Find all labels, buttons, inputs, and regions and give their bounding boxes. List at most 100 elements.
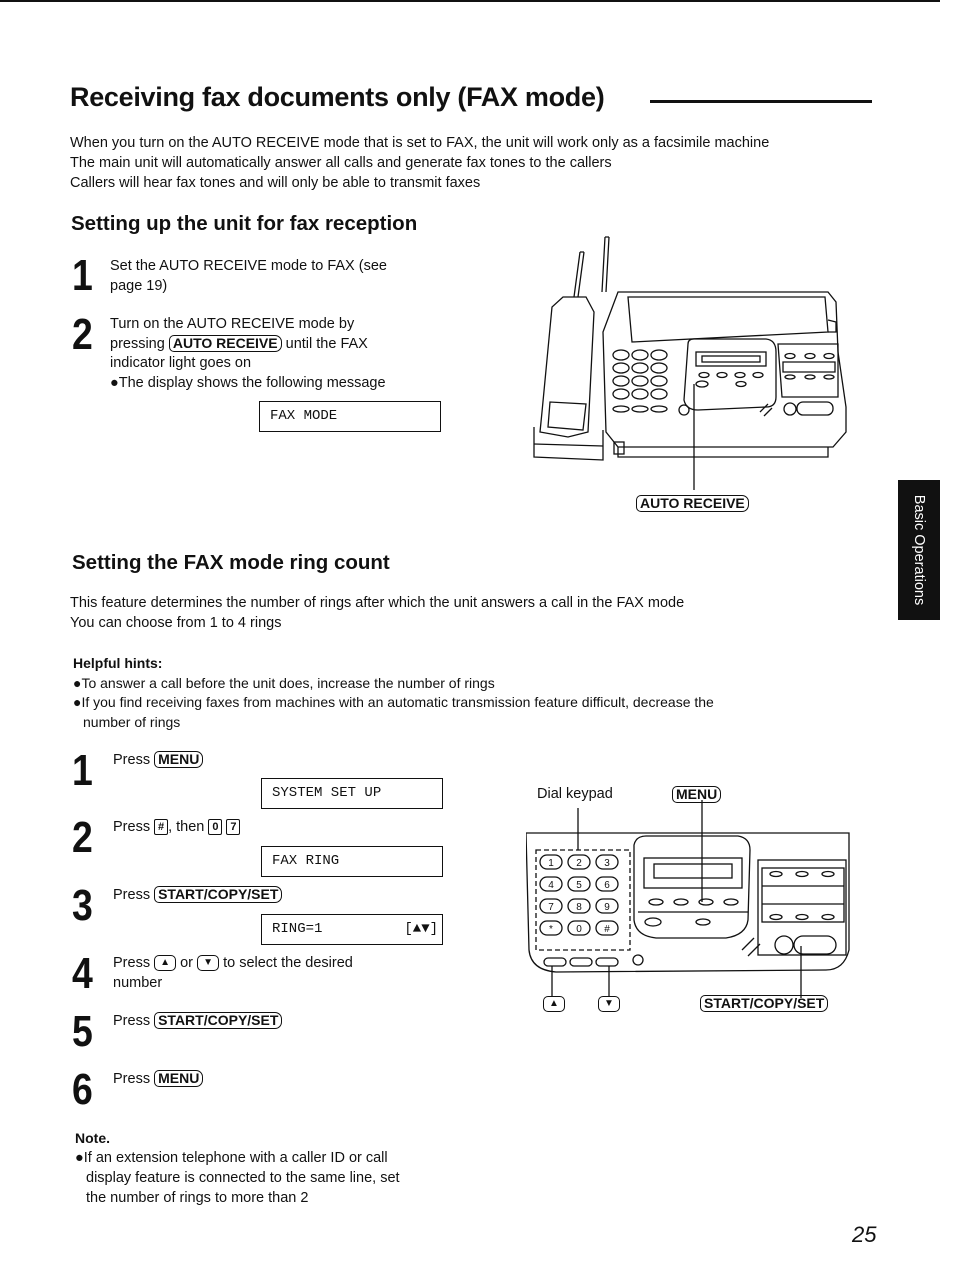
down-arrow-key: ▼ — [197, 955, 220, 972]
lcd-display-ring: RING=1 [▲▼] — [261, 914, 443, 945]
up-arrow-key: ▲ — [543, 996, 565, 1012]
down-arrow-callout: ▼ — [598, 996, 620, 1012]
step-text: Press MENU — [113, 1070, 204, 1090]
step-number: 4 — [72, 949, 93, 998]
step-text: Set the AUTO RECEIVE mode to FAX (see pa… — [110, 257, 387, 296]
auto-receive-callout-label: AUTO RECEIVE — [636, 495, 749, 512]
keypad-buttons — [612, 349, 668, 413]
note: Note. ●If an extension telephone with a … — [75, 1128, 400, 1208]
hash-key: # — [154, 819, 169, 836]
lcd-display-system-set-up: SYSTEM SET UP — [261, 778, 443, 809]
hint-item: number of rings — [83, 713, 181, 730]
arrow-indicator: [▲▼] — [404, 921, 438, 937]
step-line: Press ▲ or ▼ to select the desired — [113, 954, 353, 974]
handset — [539, 296, 595, 438]
fax-body — [602, 291, 847, 448]
keypad-key-label: 4 — [548, 880, 554, 891]
keypad-key-label: 6 — [604, 880, 610, 891]
step-number: 6 — [72, 1065, 93, 1114]
keypad-key-label: 2 — [576, 858, 582, 869]
step-number: 3 — [72, 881, 93, 930]
control-panel-illustration: 1 2 3 4 5 6 7 8 9 * 0 # — [526, 800, 850, 998]
fax-machine-illustration — [533, 236, 847, 490]
text: pressing — [110, 335, 169, 352]
start-copy-set-callout: START/COPY/SET — [700, 995, 829, 1012]
step-number: 1 — [72, 251, 93, 300]
hint-item: ●To answer a call before the unit does, … — [73, 674, 495, 691]
intro-line: When you turn on the AUTO RECEIVE mode t… — [70, 135, 770, 151]
text: or — [176, 955, 198, 971]
step-line: page 19) — [110, 277, 168, 294]
start-copy-set-key: START/COPY/SET — [700, 995, 829, 1012]
menu-key: MENU — [154, 1070, 204, 1087]
step-line: pressing AUTO RECEIVE until the FAX — [110, 334, 386, 355]
text: Press — [113, 1071, 155, 1087]
text: Press — [113, 1013, 155, 1029]
step-text: Press START/COPY/SET — [113, 1012, 283, 1032]
keypad-key-label: 0 — [576, 924, 582, 935]
text: , then — [168, 819, 209, 835]
up-arrow-key: ▲ — [154, 955, 177, 972]
step-text: Turn on the AUTO RECEIVE mode by pressin… — [110, 315, 386, 393]
lcd-display-fax-ring: FAX RING — [261, 846, 443, 877]
page-number: 25 — [852, 1222, 877, 1247]
keypad-key-label: 5 — [576, 880, 582, 891]
hints-title: Helpful hints: — [73, 655, 163, 671]
intro-line: This feature determines the number of ri… — [70, 595, 685, 611]
hint-item: ●If you find receiving faxes from machin… — [73, 694, 714, 710]
up-arrow-callout: ▲ — [543, 996, 565, 1012]
side-tab-basic-operations[interactable]: Basic Operations — [898, 480, 940, 620]
keypad-key-label: 8 — [576, 902, 582, 913]
page-title: Receiving fax documents only (FAX mode) — [70, 82, 605, 112]
handset-antenna — [573, 251, 585, 298]
step-number: 5 — [72, 1007, 93, 1056]
intro-line: Callers will hear fax tones and will onl… — [70, 175, 481, 191]
step-number: 2 — [72, 310, 93, 359]
section-heading-ring-count: Setting the FAX mode ring count — [72, 551, 390, 574]
auto-receive-key: AUTO RECEIVE — [636, 495, 749, 512]
center-panel — [633, 835, 751, 939]
step-line: Set the AUTO RECEIVE mode to FAX (see — [110, 258, 387, 274]
text: Press — [113, 819, 155, 835]
note-line: display feature is connected to the same… — [86, 1170, 400, 1186]
ring-count-intro: This feature determines the number of ri… — [70, 593, 684, 633]
menu-key: MENU — [154, 751, 204, 768]
base-antenna — [601, 236, 610, 293]
step-line: indicator light goes on — [110, 355, 252, 371]
seven-key: 7 — [226, 819, 241, 836]
step-text: Press #, then 0 7 — [113, 818, 241, 838]
keypad-buttons: 1 2 3 4 5 6 7 8 9 * 0 # — [539, 854, 619, 936]
keypad-key-label: # — [604, 924, 610, 935]
lcd-window — [643, 857, 743, 889]
text: to select the desired — [219, 955, 353, 971]
keypad-key-label: 3 — [604, 858, 610, 869]
auto-receive-key: AUTO RECEIVE — [168, 334, 282, 352]
start-copy-set-key: START/COPY/SET — [154, 1012, 283, 1029]
keypad-key-label: 1 — [548, 858, 554, 869]
step-text: Press START/COPY/SET — [113, 886, 283, 906]
lcd-display-fax-mode: FAX MODE — [259, 401, 441, 432]
bullet-line: ●The display shows the following message — [110, 374, 386, 391]
step-line: Turn on the AUTO RECEIVE mode by — [110, 316, 355, 332]
step-number: 2 — [72, 813, 93, 862]
step-line: number — [113, 974, 163, 991]
side-tab-label: Basic Operations — [911, 494, 927, 606]
intro-line: The main unit will automatically answer … — [70, 155, 612, 171]
keypad-key-label: * — [549, 924, 553, 935]
note-line: ●If an extension telephone with a caller… — [75, 1150, 388, 1166]
step-text: Press MENU — [113, 751, 204, 771]
keypad-key-label: 7 — [548, 902, 554, 913]
text: until the FAX — [281, 335, 368, 352]
section-heading-fax-reception: Setting up the unit for fax reception — [71, 212, 418, 235]
intro-paragraph: When you turn on the AUTO RECEIVE mode t… — [70, 133, 769, 193]
top-rule — [0, 0, 940, 2]
keypad-key-label: 9 — [604, 902, 610, 913]
zero-key: 0 — [208, 819, 223, 836]
start-copy-set-key: START/COPY/SET — [154, 886, 283, 903]
right-panel — [757, 859, 847, 956]
text: Press — [113, 752, 155, 768]
ring-value: RING=1 — [272, 921, 323, 937]
step-number: 1 — [72, 746, 93, 795]
title-rule — [650, 100, 872, 103]
down-arrow-key: ▼ — [598, 996, 620, 1012]
